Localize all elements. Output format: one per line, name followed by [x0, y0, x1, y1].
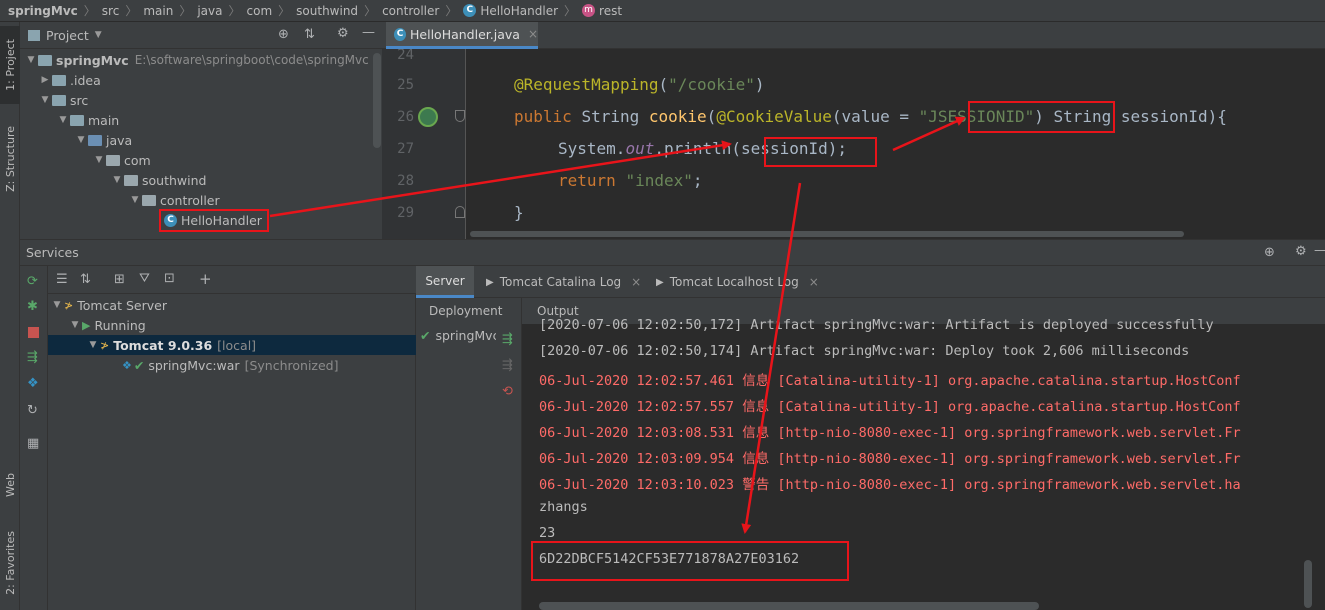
arrow-to-output	[741, 182, 802, 534]
arrow-to-jsessionid	[892, 116, 966, 152]
arrow-to-editor	[269, 140, 732, 218]
annotation-arrows	[269, 116, 966, 534]
